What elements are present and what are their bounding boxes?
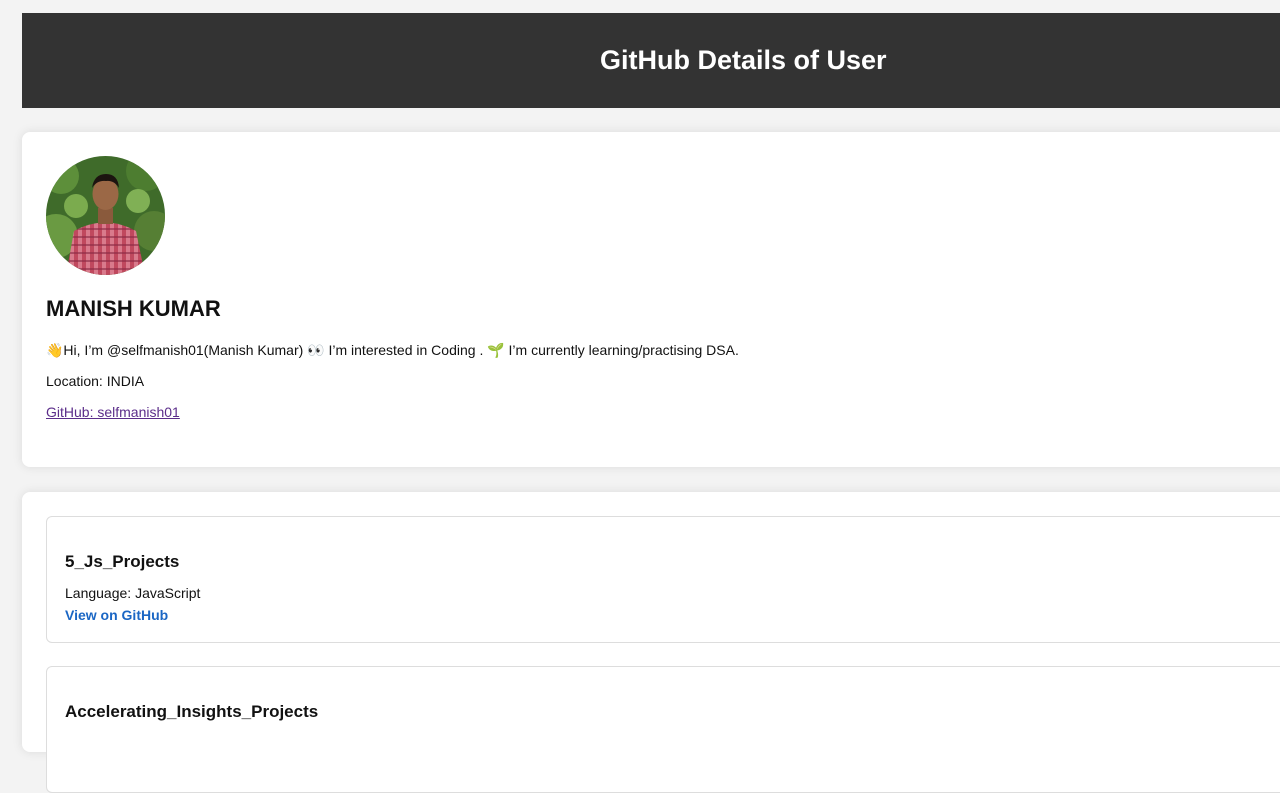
profile-bio: 👋Hi, I’m @selfmanish01(Manish Kumar) 👀 I…	[46, 342, 739, 358]
github-profile-link[interactable]: GitHub: selfmanish01	[46, 403, 180, 421]
profile-name: MANISH KUMAR	[46, 296, 221, 321]
view-on-github-link[interactable]: View on GitHub	[65, 606, 168, 624]
avatar	[46, 156, 165, 275]
repos-card: 5_Js_Projects Language: JavaScript View …	[22, 492, 1280, 793]
repo-item: 5_Js_Projects Language: JavaScript View …	[46, 516, 1280, 643]
page-header: GitHub Details of User	[22, 13, 1280, 108]
user-avatar-photo-icon	[46, 156, 165, 275]
repo-item: Accelerating_Insights_Projects	[46, 666, 1280, 793]
repo-name: Accelerating_Insights_Projects	[65, 702, 319, 721]
page-title: GitHub Details of User	[600, 45, 887, 75]
profile-location: Location: INDIA	[46, 373, 145, 389]
profile-card: MANISH KUMAR 👋Hi, I’m @selfmanish01(Mani…	[22, 132, 1280, 467]
repo-language: Language: JavaScript	[65, 585, 201, 601]
repo-name: 5_Js_Projects	[65, 552, 180, 571]
